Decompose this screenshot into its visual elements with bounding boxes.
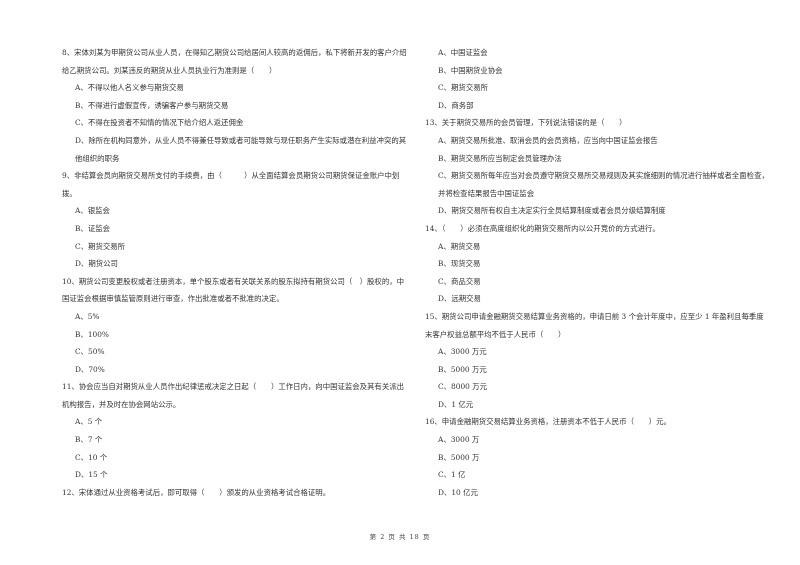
answer-option: A、3000 万元 <box>438 347 487 357</box>
question-item: 12、宋体通过从业资格考试后，即可取得（ ）颁发的从业资格考试合格证明。 <box>62 484 407 502</box>
answer-option: B、100% <box>75 329 109 339</box>
question-stem: 16、申请金融期货交易结算业务资格，注册资本不低于人民币（ ）元。 <box>425 417 671 427</box>
answer-option: D、除所在机构同意外，从业人员不得兼任导致或者可能导致与现任职务产生实际或潜在利… <box>75 135 407 163</box>
answer-option: A、不得以他人名义参与期货交易 <box>75 83 184 93</box>
answer-option: C、期货交易所每年应当对会员遵守期货交易所交易规则及其实施细则的情况进行抽样或者… <box>438 171 769 198</box>
answer-option: A、5% <box>75 311 100 321</box>
answer-option: A、期货交易所批准、取消会员的会员资格，应当向中国证监会报告 <box>438 135 658 145</box>
answer-option: B、5000 万 <box>438 452 480 462</box>
answer-option: A、5 个 <box>75 417 103 427</box>
question-stem: 10、期货公司变更股权或者注册资本，单个股东或者有关联关系的股东拟持有期货公司（… <box>62 276 404 304</box>
question-stem: 11、协会应当自对期货从业人员作出纪律惩戒决定之日起（ ）工作日内，向中国证监会… <box>62 382 404 409</box>
answer-option: C、1 亿 <box>438 470 466 480</box>
answer-option: C、期货交易所 <box>75 241 125 251</box>
answer-option: D、15 个 <box>75 470 108 480</box>
answer-option: C、10 个 <box>75 452 108 462</box>
answer-option: C、商品交易 <box>438 276 481 286</box>
question-item: A、中国证监会 B、中国期货业协会 C、期货交易所 D、商务部 <box>425 44 770 114</box>
answer-option: B、证监会 <box>75 223 110 233</box>
answer-option: B、7 个 <box>75 435 103 445</box>
answer-option: C、期货交易所 <box>438 83 488 93</box>
answer-option: D、期货公司 <box>75 259 118 269</box>
answer-option: C、不得在投资者不知情的情况下给介绍人返还佣金 <box>75 118 244 128</box>
question-item: 15、期货公司申请金融期货交易结算业务资格的，申请日前 3 个会计年度中，应至少… <box>425 308 770 414</box>
question-stem: 12、宋体通过从业资格考试后，即可取得（ ）颁发的从业资格考试合格证明。 <box>62 487 331 497</box>
answer-option: B、5000 万元 <box>438 364 487 374</box>
question-stem: 15、期货公司申请金融期货交易结算业务资格的，申请日前 3 个会计年度中，应至少… <box>425 311 764 339</box>
answer-option: B、期货交易所应当制定会员管理办法 <box>438 153 562 163</box>
question-item: 8、宋体刘某为甲期货公司从业人员，在得知乙期货公司给居间人较高的返佣后，私下将新… <box>62 44 407 167</box>
question-stem: 14、（ ）必须在高度组织化的期货交易所内以公开竞价的方式进行。 <box>425 223 660 233</box>
answer-option: A、期货交易 <box>438 241 481 251</box>
answer-option: D、1 亿元 <box>438 399 474 409</box>
answer-option: B、不得进行虚假宣传，诱骗客户参与期货交易 <box>75 100 229 110</box>
page-footer: 第 2 页 共 18 页 <box>369 533 431 541</box>
answer-option: D、10 亿元 <box>438 487 478 497</box>
answer-option: C、8000 万元 <box>438 382 487 392</box>
question-item: 13、关于期货交易所的会员管理，下列说法错误的是（ ） A、期货交易所批准、取消会… <box>425 114 770 220</box>
answer-option: D、远期交易 <box>438 294 481 304</box>
answer-option: D、期货交易所有权自主决定实行全员结算制度或者会员分级结算制度 <box>438 206 666 216</box>
answer-option: A、中国证监会 <box>438 48 488 57</box>
answer-option: A、3000 万 <box>438 435 480 445</box>
question-stem: 8、宋体刘某为甲期货公司从业人员，在得知乙期货公司给居间人较高的返佣后，私下将新… <box>62 48 407 75</box>
answer-option: C、50% <box>75 347 105 357</box>
answer-option: B、中国期货业协会 <box>438 65 503 75</box>
document-page: 8、宋体刘某为甲期货公司从业人员，在得知乙期货公司给居间人较高的返佣后，私下将新… <box>0 0 800 565</box>
question-item: 10、期货公司变更股权或者注册资本，单个股东或者有关联关系的股东拟持有期货公司（… <box>62 273 407 379</box>
question-stem: 9、非结算会员向期货交易所支付的手续费，由（ ）从全面结算会员期货公司期货保证金… <box>62 171 400 198</box>
right-column: A、中国证监会 B、中国期货业协会 C、期货交易所 D、商务部 13、关于期货交易所的会… <box>425 44 770 501</box>
question-stem: 13、关于期货交易所的会员管理，下列说法错误的是（ ） <box>425 118 627 128</box>
answer-option: B、现货交易 <box>438 259 481 269</box>
question-item: 14、（ ）必须在高度组织化的期货交易所内以公开竞价的方式进行。 A、期货交易 B、… <box>425 220 770 308</box>
question-item: 11、协会应当自对期货从业人员作出纪律惩戒决定之日起（ ）工作日内，向中国证监会… <box>62 378 407 484</box>
answer-option: D、70% <box>75 364 105 374</box>
answer-option: A、银监会 <box>75 206 110 216</box>
left-column: 8、宋体刘某为甲期货公司从业人员，在得知乙期货公司给居间人较高的返佣后，私下将新… <box>62 44 407 501</box>
question-item: 9、非结算会员向期货交易所支付的手续费，由（ ）从全面结算会员期货公司期货保证金… <box>62 167 407 273</box>
question-item: 16、申请金融期货交易结算业务资格，注册资本不低于人民币（ ）元。 A、3000 … <box>425 413 770 501</box>
answer-option: D、商务部 <box>438 100 474 110</box>
